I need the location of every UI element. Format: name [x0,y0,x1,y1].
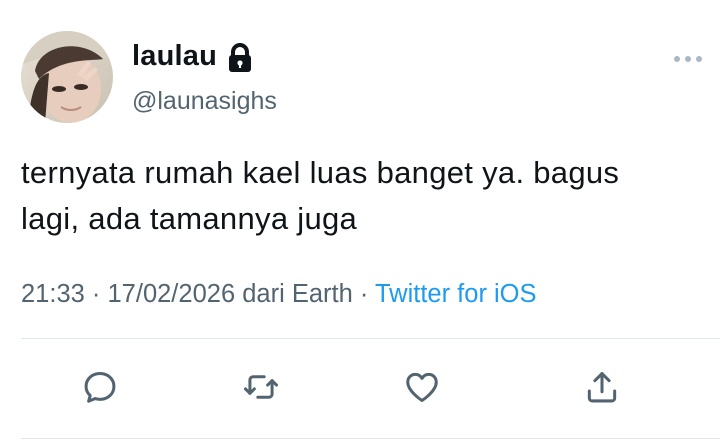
tweet-time[interactable]: 21:33 [21,280,85,308]
like-icon [406,372,438,402]
user-handle[interactable]: @launasighs [132,87,277,116]
display-name[interactable]: laulau [132,40,253,73]
reply-button[interactable] [80,367,120,407]
tweet-location: dari Earth [242,280,353,308]
display-name-text: laulau [132,40,217,72]
tweet-meta: 21:33 · 17/02/2026 dari Earth · Twitter … [21,280,537,309]
tweet-card: laulau @launasighs ternyata rumah kael l… [0,0,720,445]
tweet-text: ternyata rumah kael luas banget ya. bagu… [21,155,620,236]
divider [21,438,720,439]
share-button[interactable] [582,367,622,407]
meta-separator: · [359,280,369,308]
avatar[interactable] [21,31,113,123]
share-icon [587,372,617,403]
like-button[interactable] [402,367,442,407]
lock-icon [227,42,253,73]
divider [21,338,720,339]
tweet-source-link[interactable]: Twitter for iOS [375,280,537,308]
reply-icon [84,372,116,403]
retweet-icon [243,375,279,399]
tweet-date[interactable]: 17/02/2026 [108,280,236,308]
meta-separator: · [91,280,101,308]
more-options-icon[interactable] [673,52,703,66]
retweet-button[interactable] [241,367,281,407]
avatar-image [21,31,113,123]
